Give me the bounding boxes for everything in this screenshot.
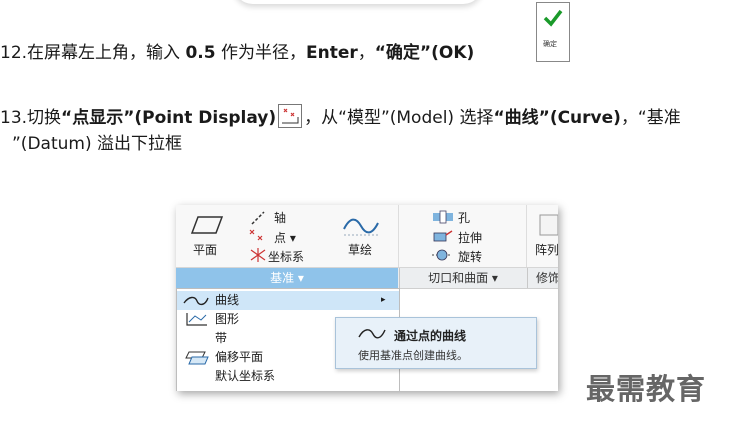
curve-icon: [183, 296, 209, 306]
axis-icon: [251, 211, 265, 225]
top-image-edge: [233, 0, 483, 4]
checkmark-icon: [543, 9, 563, 27]
radius-value: 0.5: [185, 43, 216, 63]
submenu-arrow-icon: ▸: [381, 295, 386, 305]
point-display-icon[interactable]: [278, 104, 303, 128]
modify-group[interactable]: 修饰: [527, 268, 558, 288]
ok-button[interactable]: 确定: [536, 2, 570, 62]
revolve-icon: [432, 249, 452, 261]
plane-button[interactable]: 平面: [193, 241, 217, 258]
cut-surface-group-dropdown[interactable]: 切口和曲面 ▾: [399, 268, 526, 288]
extrude-icon: [433, 230, 453, 242]
watermark: 最需教育: [586, 372, 707, 406]
step-13-line2: ”(Datum) 溢出下拉框: [12, 134, 182, 154]
enter-key-label: Enter: [305, 43, 358, 63]
point-button[interactable]: 点 ▾: [274, 229, 296, 246]
step-12-sep: ，: [357, 43, 375, 63]
curve-tooltip: 通过点的曲线 使用基准点创建曲线。: [335, 317, 537, 369]
tooltip-title: 通过点的曲线: [394, 329, 467, 343]
sketch-button[interactable]: 草绘: [348, 241, 372, 258]
point-display-label: “点显示”(Point Display): [61, 108, 277, 128]
step-12-mid: 作为半径，: [215, 43, 306, 63]
hole-button[interactable]: 孔: [458, 209, 470, 226]
ribbon-group-row: 基准 ▾ 切口和曲面 ▾ 修饰: [176, 267, 558, 289]
menu-item-offset-plane-label: 偏移平面: [215, 350, 264, 364]
menu-item-curve-label: 曲线: [215, 293, 240, 307]
tooltip-description: 使用基准点创建曲线。: [358, 349, 468, 362]
step-13-text: 13.切换“点显示”(Point Display) ，从“模型”(Model) 选…: [0, 104, 681, 129]
hole-icon: [433, 210, 453, 224]
curve-through-points-icon: [358, 329, 386, 339]
menu-item-default-csys-label: 默认坐标系: [215, 369, 276, 383]
step-13-mid: ，从“模型”(Model) 选择: [304, 108, 494, 128]
step-13-prefix: 13.切换: [0, 108, 62, 128]
ribbon: 平面 轴 点 ▾ 坐标系 草绘 孔 拉伸 旋转 阵列: [176, 205, 558, 267]
ok-button-label: 确定: [543, 40, 557, 48]
curve-label: “曲线”(Curve): [493, 108, 621, 128]
csys-button[interactable]: 坐标系: [268, 248, 304, 265]
sketch-icon: [343, 218, 379, 236]
point-icon: [249, 229, 263, 241]
revolve-button[interactable]: 旋转: [458, 248, 482, 265]
offset-plane-icon: [185, 351, 209, 365]
step-12-text: 12.在屏幕左上角，输入 0.5 作为半径，Enter，“确定”(OK): [0, 42, 474, 64]
menu-item-curve[interactable]: 曲线 ▸: [177, 291, 399, 310]
extrude-button[interactable]: 拉伸: [458, 229, 482, 246]
datum-group-dropdown[interactable]: 基准 ▾: [176, 268, 398, 288]
menu-item-default-csys[interactable]: 默认坐标系: [177, 367, 399, 386]
axis-button[interactable]: 轴: [274, 209, 286, 226]
graph-icon: [186, 313, 207, 326]
menu-item-ribbon-label: 带: [215, 331, 228, 345]
pattern-button[interactable]: 阵列: [535, 241, 558, 258]
step-12-prefix: 12.在屏幕左上角，输入: [0, 43, 186, 63]
ok-label: “确定”(OK): [374, 43, 475, 63]
pattern-icon: [539, 214, 558, 236]
menu-item-graph-label: 图形: [215, 312, 240, 326]
ribbon-screenshot: 平面 轴 点 ▾ 坐标系 草绘 孔 拉伸 旋转 阵列 基准 ▾ 切口和曲面 ▾ …: [176, 205, 558, 391]
step-13-after: ，“基准: [620, 108, 681, 128]
csys-icon: [250, 248, 266, 262]
plane-icon: [190, 216, 224, 234]
